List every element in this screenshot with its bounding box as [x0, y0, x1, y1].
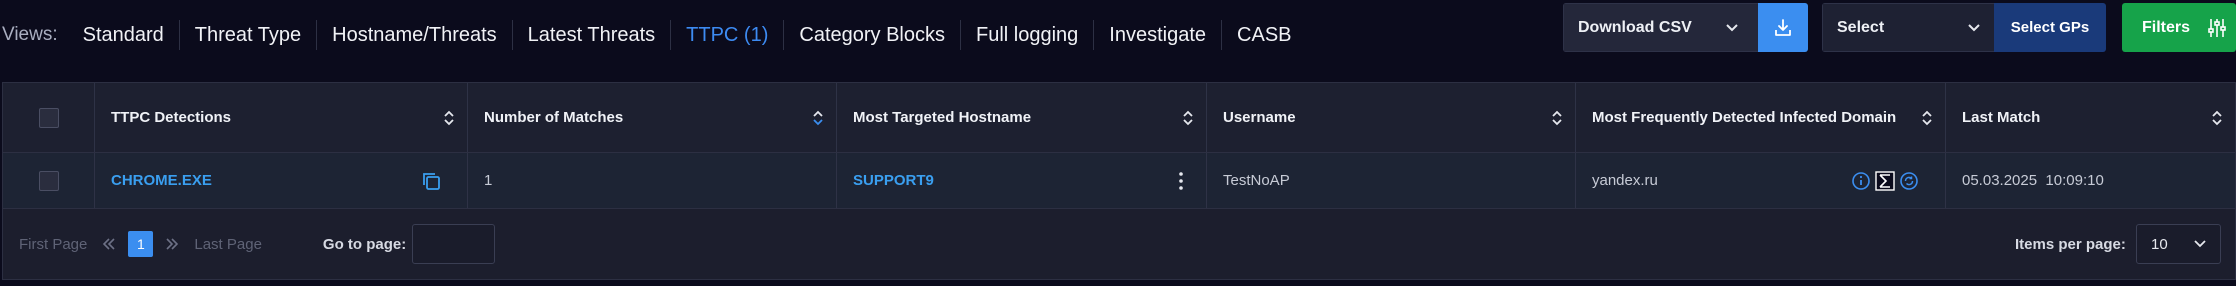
chevron-down-icon [2194, 240, 2206, 248]
copy-icon[interactable] [420, 170, 442, 192]
sort-icon[interactable] [1551, 109, 1563, 127]
header-number-of-matches[interactable]: Number of Matches [468, 83, 837, 152]
items-per-page-select[interactable]: 10 [2136, 224, 2221, 264]
info-icon[interactable] [1851, 171, 1871, 191]
header-label: Last Match [1962, 109, 2041, 126]
header-label: Username [1223, 109, 1296, 126]
page-number-current[interactable]: 1 [128, 231, 154, 257]
username-value: TestNoAP [1223, 172, 1290, 189]
header-most-targeted-hostname[interactable]: Most Targeted Hostname [837, 83, 1207, 152]
sort-icon[interactable] [2211, 109, 2223, 127]
pagination-bar: First Page 1 Last Page Go to page: Items… [3, 209, 2235, 279]
filters-label: Filters [2142, 18, 2191, 36]
refresh-icon[interactable] [1899, 171, 1919, 191]
cell-matches: 1 [468, 153, 837, 208]
header-username[interactable]: Username [1207, 83, 1576, 152]
header-ttpc-detections[interactable]: TTPC Detections [95, 83, 468, 152]
domain-actions [1851, 170, 1919, 191]
sort-icon[interactable] [1182, 109, 1194, 127]
row-checkbox[interactable] [38, 170, 59, 191]
cell-hostname: SUPPORT9 [837, 153, 1207, 208]
download-csv-label: Download CSV [1578, 18, 1692, 36]
header-label: Most Targeted Hostname [853, 109, 1032, 126]
chevron-down-icon [1726, 23, 1738, 31]
sort-icon[interactable] [443, 109, 455, 127]
select-all-checkbox[interactable] [38, 107, 59, 128]
download-csv-button[interactable]: Download CSV [1563, 3, 1808, 52]
domain-value: yandex.ru [1592, 172, 1658, 189]
table-row: CHROME.EXE 1 SUPPORT9 TestNoAP yandex.ru [3, 153, 2235, 209]
sliders-icon [2208, 18, 2226, 37]
first-page-link[interactable]: First Page [19, 236, 87, 253]
filters-button[interactable]: Filters [2122, 3, 2236, 52]
hostname-link[interactable]: SUPPORT9 [853, 172, 934, 189]
cell-last-match: 05.03.2025 10:09:10 [1946, 153, 2235, 208]
last-match-value: 05.03.2025 10:09:10 [1962, 172, 2104, 189]
select-gps-button[interactable]: Select GPs [1994, 3, 2106, 52]
last-page-link[interactable]: Last Page [194, 236, 262, 253]
toolbar: Download CSV Select Select GPs Filters [0, 3, 2236, 53]
download-csv-dropdown[interactable]: Download CSV [1563, 3, 1758, 52]
header-label: Most Frequently Detected Infected Domain [1592, 109, 1897, 126]
download-icon [1775, 18, 1791, 36]
header-label: Number of Matches [484, 109, 624, 126]
row-select [3, 153, 95, 208]
cell-username: TestNoAP [1207, 153, 1576, 208]
double-chevron-left-icon[interactable] [102, 237, 116, 251]
cell-detection: CHROME.EXE [95, 153, 468, 208]
gp-selector: Select Select GPs [1822, 3, 2106, 52]
header-infected-domain[interactable]: Most Frequently Detected Infected Domain [1576, 83, 1946, 152]
header-last-match[interactable]: Last Match [1946, 83, 2235, 152]
gp-select-value: Select [1837, 18, 1885, 36]
go-to-page-input[interactable] [412, 224, 496, 264]
header-select-all [3, 83, 95, 152]
download-icon-button[interactable] [1758, 3, 1808, 52]
table-header-row: TTPC Detections Number of Matches Most T… [3, 83, 2235, 153]
matches-value: 1 [484, 172, 493, 189]
cell-domain: yandex.ru [1576, 153, 1946, 208]
items-per-page-value: 10 [2151, 235, 2168, 253]
go-to-page-label: Go to page: [322, 235, 407, 253]
more-options-icon[interactable] [1178, 171, 1184, 191]
header-label: TTPC Detections [111, 109, 232, 126]
items-per-page-label: Items per page: [2015, 235, 2126, 253]
gp-select-dropdown[interactable]: Select [1822, 3, 1994, 52]
sort-descending-icon[interactable] [812, 109, 824, 127]
sort-icon[interactable] [1921, 109, 1933, 127]
chevron-down-icon [1968, 23, 1980, 31]
ttpc-table: TTPC Detections Number of Matches Most T… [2, 82, 2236, 280]
sigma-icon[interactable] [1875, 170, 1895, 191]
double-chevron-right-icon[interactable] [165, 237, 179, 251]
detection-link[interactable]: CHROME.EXE [111, 172, 212, 189]
